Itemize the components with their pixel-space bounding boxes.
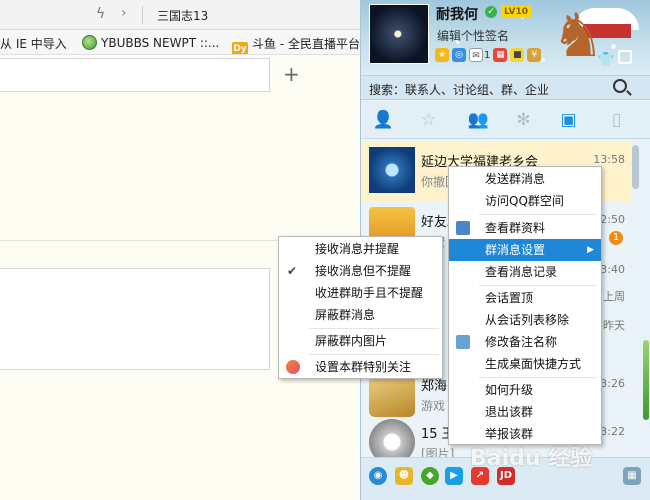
menu-item-group-message-settings[interactable]: 群消息设置 ▶ <box>449 239 601 261</box>
bookmark-label: YBUBBS NEWPT ::... <box>101 36 220 50</box>
menu-separator <box>309 328 439 329</box>
conversation-preview: 游戏 <box>421 399 446 413</box>
submenu-item-receive-no-notify[interactable]: ✔ 接收消息但不提醒 <box>279 260 442 282</box>
menu-separator <box>479 214 597 215</box>
special-attention-icon <box>286 360 300 374</box>
conversation-context-menu: 发送群消息 访问QQ群空间 查看群资料 群消息设置 ▶ 查看消息记录 会话置顶 … <box>448 166 602 445</box>
avatar[interactable] <box>369 4 429 64</box>
bookmark-label: 从 IE 中导入 <box>0 37 67 51</box>
douyu-icon: Dy <box>232 42 248 54</box>
nickname: 耐我何 <box>436 7 478 23</box>
menu-item-edit-remark[interactable]: 修改备注名称 <box>449 331 601 353</box>
conversations-tab-icon[interactable]: ▣ <box>546 101 591 139</box>
game-icon[interactable]: ◆ <box>421 467 439 485</box>
list-scrollbar[interactable] <box>632 145 639 189</box>
bookmark-label: 斗鱼 - 全民直播平台 <box>252 37 360 51</box>
menu-item-report-group[interactable]: 举报该群 <box>449 423 601 445</box>
menu-item-label: 群消息设置 <box>485 243 546 257</box>
star-icon[interactable]: ★ <box>435 48 449 62</box>
search-icon[interactable] <box>613 79 627 93</box>
menu-item-send-group-message[interactable]: 发送群消息 <box>449 168 601 190</box>
apps-tab-icon[interactable]: ✻ <box>501 101 546 139</box>
menu-item-view-history[interactable]: 查看消息记录 <box>449 261 601 283</box>
submenu-item-block-messages[interactable]: 屏蔽群消息 <box>279 304 442 326</box>
page-text-area[interactable] <box>0 268 270 370</box>
menu-item-remove-from-list[interactable]: 从会话列表移除 <box>449 309 601 331</box>
menu-item-quit-group[interactable]: 退出该群 <box>449 401 601 423</box>
submenu-arrow-icon: ▶ <box>587 245 594 255</box>
signature-field[interactable]: 编辑个性签名 <box>437 27 509 44</box>
favorites-tab-icon[interactable]: ☆ <box>406 101 451 139</box>
bookmark-douyu[interactable]: Dy 斗鱼 - 全民直播平台 <box>232 35 360 54</box>
app-manager-icon[interactable]: ▦ <box>623 467 641 485</box>
check-icon: ✔ <box>287 264 298 278</box>
browser-tab-bar: ϟ › 三国志13 <box>0 0 360 30</box>
volume-indicator <box>643 340 649 420</box>
browser-tab-title[interactable]: 三国志13 <box>157 7 208 24</box>
status-online-icon[interactable]: ✓ <box>485 6 497 18</box>
mail-count: 1 <box>484 49 491 61</box>
space-icon[interactable]: ◎ <box>452 48 466 62</box>
qq-search-bar[interactable]: 搜索：联系人、讨论组、群、企业 <box>361 75 650 100</box>
conversation-time: 13:58 <box>593 153 625 166</box>
menu-item-visit-qq-space[interactable]: 访问QQ群空间 <box>449 190 601 212</box>
bookmarks-bar: 从 IE 中导入 YBUBBS NEWPT ::... Dy 斗鱼 - 全民直播平… <box>0 30 360 55</box>
menu-separator <box>479 377 597 378</box>
search-placeholder: 搜索：联系人、讨论组、群、企业 <box>369 83 550 97</box>
submenu-item-group-helper[interactable]: 收进群助手且不提醒 <box>279 282 442 304</box>
conversation-time: 上周 <box>603 290 625 303</box>
submenu-item-special-attention[interactable]: 设置本群特别关注 <box>279 356 442 378</box>
qq-profile-header: ♞ 耐我何 ✓ LV10 编辑个性签名 ★ ◎ ✉ 1 ▦ ■ ¥ 👕 <box>361 0 650 75</box>
ybubbs-icon <box>82 35 97 50</box>
conversation-preview: [图片] <box>421 447 455 457</box>
menu-item-label: 修改备注名称 <box>485 335 558 349</box>
menu-item-how-to-upgrade[interactable]: 如何升级 <box>449 379 601 401</box>
submenu-item-receive-and-notify[interactable]: 接收消息并提醒 <box>279 238 442 260</box>
divider <box>142 6 143 24</box>
snowflake-decoration <box>611 44 616 49</box>
main-menu-icon[interactable] <box>618 50 632 64</box>
qq-tab-bar: 👤 ☆ 👥 ✻ ▣ ▯ <box>361 101 650 139</box>
mail-icon[interactable]: ✉ <box>469 48 483 62</box>
group-avatar <box>369 147 415 193</box>
profile-quick-icons: ★ ◎ ✉ 1 ▦ ■ ¥ <box>435 48 542 62</box>
qzone-icon[interactable]: ◉ <box>369 467 387 485</box>
page-input-box[interactable] <box>0 58 270 92</box>
menu-separator <box>479 285 597 286</box>
lightning-icon[interactable]: ϟ <box>96 6 105 22</box>
menu-item-pin-conversation[interactable]: 会话置顶 <box>449 287 601 309</box>
chevron-right-icon[interactable]: › <box>121 5 127 21</box>
menu-item-create-shortcut[interactable]: 生成桌面快捷方式 <box>449 353 601 375</box>
level-badge[interactable]: LV10 <box>501 6 531 18</box>
menu-separator <box>309 354 439 355</box>
group-message-settings-submenu: 接收消息并提醒 ✔ 接收消息但不提醒 收进群助手且不提醒 屏蔽群消息 屏蔽群内图… <box>278 236 443 379</box>
penguin-icon[interactable]: ☻ <box>395 467 413 485</box>
groups-tab-icon[interactable]: 👥 <box>456 101 501 139</box>
menu-item-label: 查看群资料 <box>485 221 546 235</box>
phone-tab-icon[interactable]: ▯ <box>594 101 639 139</box>
contact-avatar <box>369 419 415 457</box>
wallet-icon[interactable]: ¥ <box>527 48 542 62</box>
bookmark-import-ie[interactable]: 从 IE 中导入 <box>0 35 67 52</box>
conversation-time: 昨天 <box>603 319 625 332</box>
group-info-icon <box>456 221 470 235</box>
chat-bubble-icon[interactable]: ■ <box>510 48 525 62</box>
edit-icon <box>456 335 470 349</box>
video-icon[interactable]: ▶ <box>445 467 463 485</box>
unread-badge: 1 <box>609 231 623 245</box>
snowflake-decoration <box>541 58 545 62</box>
menu-item-view-group-info[interactable]: 查看群资料 <box>449 217 601 239</box>
submenu-item-block-images[interactable]: 屏蔽群内图片 <box>279 330 442 352</box>
app-grid-icon[interactable]: ▦ <box>493 48 508 62</box>
plus-icon[interactable]: + <box>283 62 300 86</box>
menu-item-label: 接收消息但不提醒 <box>315 264 412 278</box>
contacts-tab-icon[interactable]: 👤 <box>361 101 406 139</box>
skin-icon[interactable]: 👕 <box>597 52 614 68</box>
bookmark-ybubbs[interactable]: YBUBBS NEWPT ::... <box>82 35 219 50</box>
menu-item-label: 设置本群特别关注 <box>315 360 412 374</box>
